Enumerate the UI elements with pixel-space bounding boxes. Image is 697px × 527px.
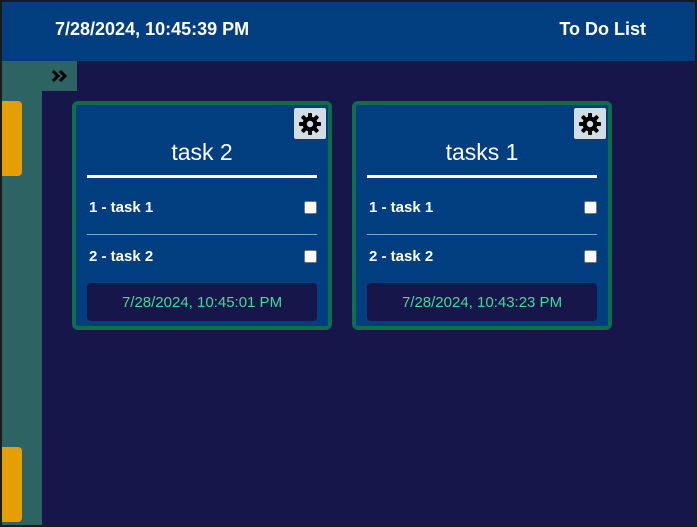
title-divider [367,175,597,178]
card-settings-button[interactable] [294,108,326,139]
task-item: 1 - task 1 [369,196,597,218]
task-checkbox[interactable] [304,249,317,263]
expand-sidebar-button[interactable] [42,61,77,91]
task-checkbox[interactable] [584,200,597,214]
task-checkbox[interactable] [584,249,597,263]
task-card: tasks 1 1 - task 1 2 - task 2 7/28/2024,… [352,101,612,330]
task-item: 1 - task 1 [89,196,317,218]
task-card: task 2 1 - task 1 2 - task 2 7/28/2024, … [72,101,332,330]
task-label: 1 - task 1 [369,198,434,216]
gear-icon [579,112,601,135]
card-created-date: 7/28/2024, 10:45:01 PM [87,283,317,321]
app-title: To Do List [559,19,646,39]
card-title: task 2 [171,139,233,165]
task-label: 2 - task 2 [89,247,154,265]
double-chevron-right-icon [51,69,67,83]
task-label: 1 - task 1 [89,198,154,216]
task-label: 2 - task 2 [369,247,434,265]
title-divider [87,175,317,178]
sidebar-tab-top[interactable] [2,101,22,176]
task-item: 2 - task 2 [369,245,597,267]
current-datetime: 7/28/2024, 10:45:39 PM [55,19,250,39]
sidebar-tab-bottom[interactable] [2,447,22,522]
task-divider [367,234,597,235]
task-divider [87,234,317,235]
card-title: tasks 1 [445,139,519,165]
card-settings-button[interactable] [574,108,606,139]
gear-icon [299,112,321,135]
app-header: 7/28/2024, 10:45:39 PM To Do List [0,0,697,61]
card-created-date: 7/28/2024, 10:43:23 PM [367,283,597,321]
task-checkbox[interactable] [304,200,317,214]
task-item: 2 - task 2 [89,245,317,267]
